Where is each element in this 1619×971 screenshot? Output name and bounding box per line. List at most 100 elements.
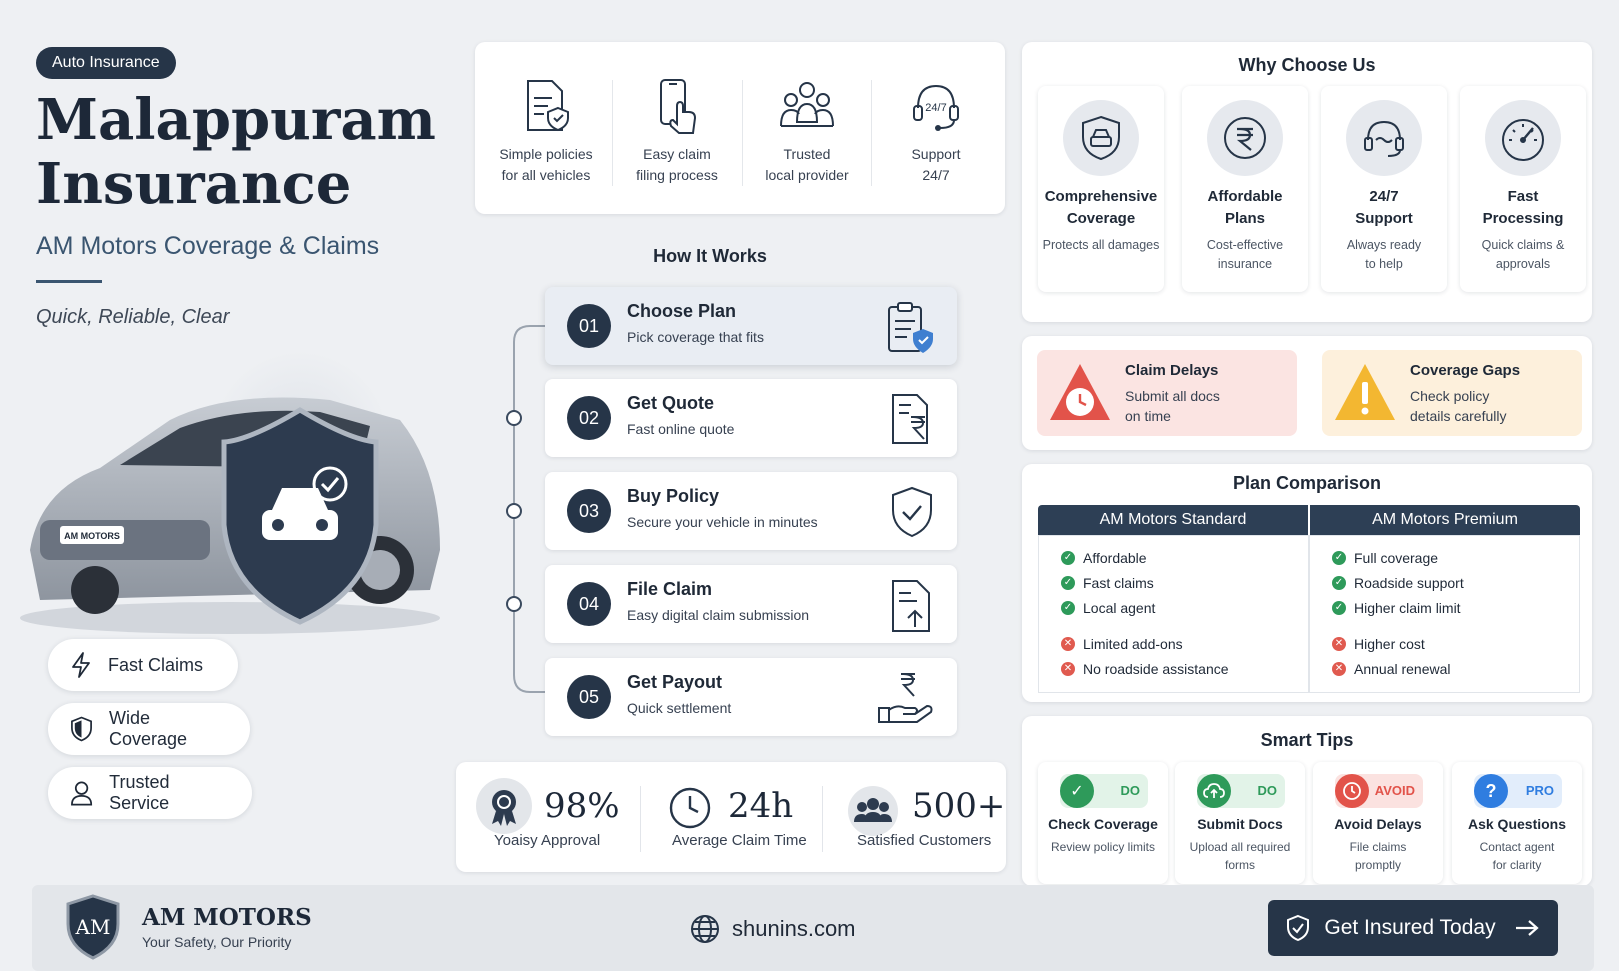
hand-rupee-icon	[877, 672, 935, 724]
get-insured-button[interactable]: Get Insured Today	[1268, 900, 1558, 956]
footer-brand: AM MOTORS	[142, 904, 312, 931]
user-icon	[71, 781, 93, 806]
plan-comparison-title: Plan Comparison	[1232, 473, 1382, 493]
why-item-comprehensive: Comprehensive Coverage Protects all dama…	[1038, 86, 1164, 292]
timeline-dot	[506, 596, 522, 612]
plan-pro: ✓ Roadside support	[1332, 575, 1464, 591]
users-icon	[848, 786, 898, 836]
tip-badge: AVOID	[1335, 774, 1423, 808]
warning-clock-icon	[1047, 360, 1113, 426]
cross-icon: ✕	[1061, 637, 1075, 651]
car-illustration: AM MOTORS	[0, 350, 460, 650]
divider	[640, 786, 641, 852]
pill-label: Trusted Service	[109, 772, 170, 813]
alert-claim-delays: Claim Delays Submit all docs on time	[1037, 350, 1297, 436]
why-item-support: 24/7 Support Always ready to help	[1321, 86, 1447, 292]
plan-con: ✕ Higher cost	[1332, 636, 1425, 652]
why-item-desc: Protects all damages	[1042, 238, 1160, 252]
page-title: Malappuram Insurance	[36, 88, 436, 216]
rupee-icon	[1207, 100, 1283, 176]
step-number: 04	[567, 582, 611, 626]
step-number: 01	[567, 304, 611, 348]
cross-icon: ✕	[1332, 637, 1346, 651]
why-item-desc: Quick claims & approvals	[1481, 238, 1565, 271]
pill-wide-coverage: Wide Coverage	[48, 703, 250, 755]
why-item-title: 24/7	[1369, 188, 1399, 205]
tip-badge: ? PRO	[1474, 774, 1562, 808]
arrow-right-icon	[1515, 920, 1539, 936]
why-item-title: Coverage	[1066, 210, 1136, 227]
stat-label: Average Claim Time	[672, 832, 807, 849]
warning-icon	[1332, 360, 1398, 426]
step-file-claim[interactable]: 04 File Claim Easy digital claim submiss…	[545, 565, 957, 643]
stat-value: 24h	[728, 786, 794, 826]
feature-line-2: filing process	[636, 167, 718, 183]
why-item-title: Affordable	[1207, 188, 1283, 205]
why-item-title: Support	[1355, 210, 1413, 227]
website-text: shunins.com	[732, 916, 856, 941]
tip-avoid-delays: AVOID Avoid Delays File claims promptly	[1313, 762, 1443, 884]
stat-value: 500+	[912, 786, 1006, 826]
footer-tagline: Your Safety, Our Priority	[142, 934, 292, 950]
award-icon	[476, 778, 532, 834]
feature-support: 24/7 Support 24/7	[870, 78, 1002, 186]
tip-title: Ask Questions	[1467, 816, 1567, 832]
svg-text:24/7: 24/7	[925, 102, 946, 114]
category-tag: Auto Insurance	[36, 47, 176, 79]
step-number: 03	[567, 489, 611, 533]
title-line-2: Insurance	[36, 151, 352, 217]
rupee-document-icon	[887, 393, 935, 445]
clock-icon	[1335, 774, 1369, 808]
why-item-desc: Always ready to help	[1346, 238, 1422, 271]
shield-check-icon	[889, 486, 935, 538]
license-plate: AM MOTORS	[64, 531, 120, 541]
phone-tap-icon	[660, 79, 697, 134]
check-icon: ✓	[1061, 576, 1075, 590]
am-motors-logo: AM	[64, 894, 122, 960]
tip-check-coverage: ✓ DO Check Coverage Review policy limits	[1038, 762, 1168, 884]
plan-pro: ✓ Higher claim limit	[1332, 600, 1461, 616]
how-it-works-title: How It Works	[653, 246, 767, 266]
website-link[interactable]: shunins.com	[690, 914, 856, 944]
document-upload-icon	[889, 579, 935, 633]
smart-tips-title: Smart Tips	[1260, 730, 1354, 750]
step-buy-policy[interactable]: 03 Buy Policy Secure your vehicle in min…	[545, 472, 957, 550]
feature-line-2: local provider	[765, 167, 849, 183]
cloud-upload-icon	[1197, 774, 1231, 808]
plan-standard-header: AM Motors Standard	[1038, 505, 1308, 535]
why-item-fast-processing: Fast Processing Quick claims & approvals	[1460, 86, 1586, 292]
plan-con: ✕ Limited add-ons	[1061, 636, 1183, 652]
why-item-desc: Cost-effective insurance	[1206, 238, 1284, 271]
step-get-payout[interactable]: 05 Get Payout Quick settlement	[545, 658, 957, 736]
tagline: Quick, Reliable, Clear	[36, 306, 230, 328]
step-title: Buy Policy	[627, 486, 720, 506]
step-choose-plan[interactable]: 01 Choose Plan Pick coverage that fits	[545, 287, 957, 365]
pill-label: Wide Coverage	[109, 708, 188, 749]
alert-title: Claim Delays	[1125, 362, 1219, 379]
tip-desc: File claims promptly	[1349, 840, 1407, 872]
alert-desc: Submit all docs on time	[1125, 388, 1220, 424]
tip-badge: ✓ DO	[1060, 774, 1148, 808]
clock-icon	[668, 786, 712, 830]
plan-pro: ✓ Affordable	[1061, 550, 1147, 566]
step-get-quote[interactable]: 02 Get Quote Fast online quote	[545, 379, 957, 457]
step-description: Pick coverage that fits	[627, 329, 764, 345]
headset-icon: 24/7	[913, 84, 959, 131]
step-description: Quick settlement	[627, 700, 732, 716]
speedometer-icon	[1485, 100, 1561, 176]
why-item-title: Comprehensive	[1044, 188, 1158, 205]
why-choose-us-title: Why Choose Us	[1238, 55, 1376, 75]
tip-desc: Contact agent for clarity	[1479, 840, 1555, 872]
feature-trusted-provider: Trusted local provider	[741, 78, 873, 186]
feature-line-1: Easy claim	[643, 146, 711, 162]
step-description: Fast online quote	[627, 421, 735, 437]
timeline-dot	[506, 410, 522, 426]
step-title: File Claim	[627, 579, 713, 599]
feature-line-1: Trusted	[783, 146, 831, 162]
clipboard-shield-icon	[883, 301, 935, 355]
title-line-1: Malappuram	[36, 87, 436, 153]
svg-text:AM: AM	[75, 915, 111, 939]
divider	[822, 786, 823, 852]
why-item-title: Processing	[1482, 210, 1564, 227]
stat-value: 98%	[544, 786, 620, 826]
